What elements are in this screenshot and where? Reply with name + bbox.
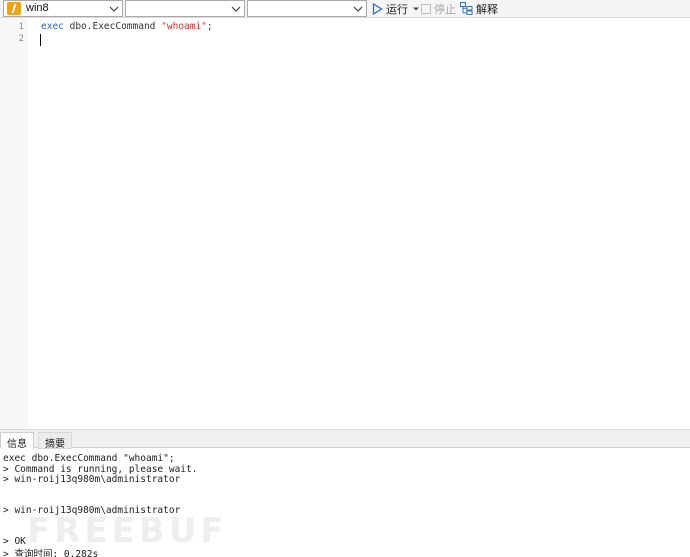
output-line: exec dbo.ExecCommand "whoami"; (3, 453, 175, 464)
explain-plan-icon (460, 2, 473, 15)
sql-string: "whoami" (161, 21, 207, 32)
sql-identifier: dbo.ExecCommand (63, 21, 162, 32)
stop-button-label: 停止 (434, 3, 456, 16)
connection-select-value: win8 (26, 2, 49, 14)
run-button-label: 运行 (386, 3, 408, 16)
explain-button-label: 解释 (476, 3, 498, 16)
sql-keyword: exec (41, 21, 64, 32)
text-caret (40, 34, 41, 46)
chevron-down-icon (353, 6, 363, 12)
line-number-gutter: 1 2 (0, 18, 28, 428)
result-tabs: 信息 摘要 (0, 429, 690, 450)
line-number: 1 (18, 22, 24, 32)
freebuf-watermark: FREEBUF (27, 511, 228, 551)
sql-editor[interactable]: 1 2 exec dbo.ExecCommand "whoami"; (0, 18, 690, 428)
code-line[interactable]: exec dbo.ExecCommand "whoami"; (41, 21, 213, 32)
toolbar: win8 运行 停止 解释 (0, 0, 690, 18)
sql-terminator: ; (206, 21, 213, 32)
chevron-down-icon (231, 6, 241, 12)
tab-summary[interactable]: 摘要 (38, 432, 72, 450)
schema-select[interactable] (247, 0, 367, 17)
explain-button[interactable]: 解释 (460, 1, 498, 16)
run-button[interactable]: 运行 (372, 1, 420, 16)
stop-button[interactable]: 停止 (421, 1, 456, 16)
database-icon (7, 2, 21, 15)
line-number: 2 (18, 34, 24, 44)
tab-info[interactable]: 信息 (0, 432, 34, 450)
stop-icon (421, 3, 431, 14)
output-line: > win-roij13q980m\administrator (3, 474, 181, 485)
database-select[interactable] (125, 0, 245, 17)
caret-down-icon[interactable] (412, 5, 420, 13)
chevron-down-icon (109, 6, 119, 12)
connection-select[interactable]: win8 (3, 0, 123, 17)
play-icon (372, 2, 383, 15)
